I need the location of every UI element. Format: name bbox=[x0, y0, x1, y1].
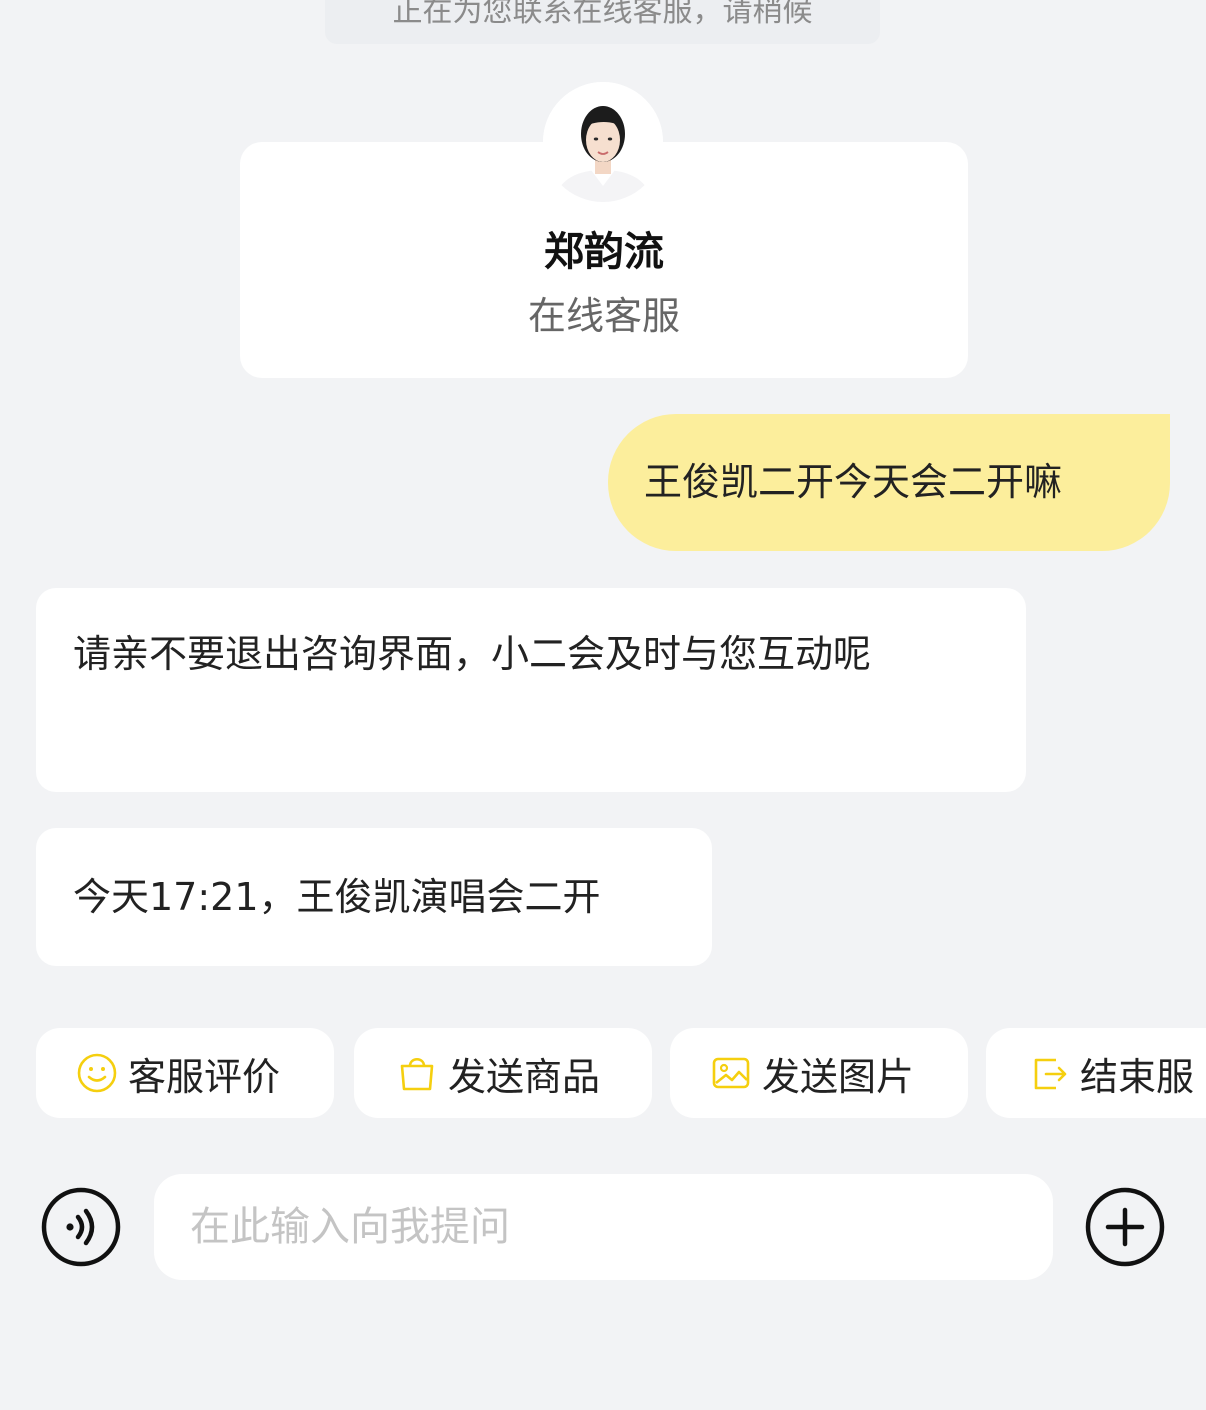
send-image-button[interactable]: 发送图片 bbox=[670, 1028, 968, 1118]
end-service-label: 结束服 bbox=[1080, 1054, 1195, 1099]
rate-service-label: 客服评价 bbox=[128, 1054, 281, 1099]
voice-input-button[interactable] bbox=[40, 1186, 122, 1268]
send-product-button[interactable]: 发送商品 bbox=[354, 1028, 652, 1118]
plus-icon bbox=[1085, 1187, 1165, 1267]
agent-name: 郑韵流 bbox=[544, 229, 664, 275]
agent-avatar[interactable] bbox=[543, 82, 663, 202]
end-service-button[interactable]: 结束服 bbox=[986, 1028, 1206, 1118]
agent-message: 请亲不要退出咨询界面，小二会及时与您互动呢 bbox=[36, 588, 1026, 792]
message-input[interactable] bbox=[154, 1174, 1053, 1280]
user-message: 王俊凯二开今天会二开嘛 bbox=[608, 414, 1170, 551]
send-image-label: 发送图片 bbox=[762, 1054, 915, 1099]
system-notice: 正在为您联系在线客服，请稍候 bbox=[325, 0, 880, 44]
smiley-icon bbox=[77, 1053, 117, 1093]
send-product-label: 发送商品 bbox=[448, 1054, 601, 1099]
agent-role: 在线客服 bbox=[527, 294, 680, 338]
rate-service-button[interactable]: 客服评价 bbox=[36, 1028, 334, 1118]
voice-icon bbox=[41, 1187, 121, 1267]
quick-actions-bar: 客服评价 发送商品 发送图片 结束服 bbox=[0, 1028, 1206, 1120]
exit-icon bbox=[1034, 1058, 1067, 1090]
shopping-bag-icon bbox=[400, 1057, 434, 1091]
image-icon bbox=[712, 1057, 750, 1089]
agent-message: 今天17:21，王俊凯演唱会二开 bbox=[36, 828, 712, 966]
input-bar bbox=[0, 1170, 1206, 1285]
more-options-button[interactable] bbox=[1084, 1186, 1166, 1268]
